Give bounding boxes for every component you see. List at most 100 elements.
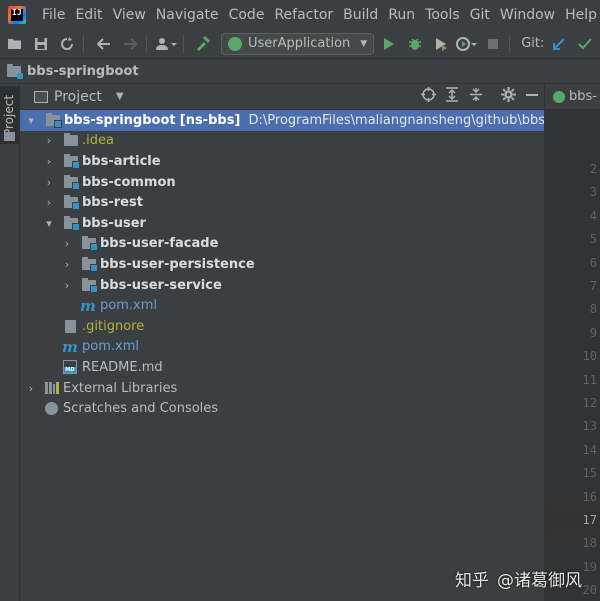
forward-arrow-icon[interactable] [119,33,141,55]
expand-all-icon[interactable] [440,87,464,106]
project-tool-folder-icon [4,132,15,141]
tree-row-article[interactable]: › bbs-article [20,151,544,172]
left-tool-strip: Project [0,84,20,601]
line-number: 8 [589,302,597,317]
menu-bar: IJ File Edit View Navigate Code Refactor… [0,0,600,29]
git-update-icon[interactable] [548,33,570,55]
editor-tab-label: bbs- [569,89,597,104]
menu-git[interactable]: Git [470,7,490,23]
tree-label-user-facade: bbs-user-facade [100,236,219,252]
tree-label-idea: .idea [82,133,114,149]
chevron-down-icon[interactable]: ▼ [116,91,124,102]
project-view-icon [34,90,48,103]
tree-row-common[interactable]: › bbs-common [20,172,544,193]
line-number: 13 [582,419,597,434]
root-module-name: [ns-bbs] [179,112,241,128]
maven-icon: m [62,337,78,356]
markdown-file-icon [63,360,77,375]
chevron-down-icon[interactable]: ▾ [26,114,36,127]
tree-label-external-libraries: External Libraries [63,380,178,396]
chevron-right-icon[interactable]: › [62,258,72,271]
menu-build[interactable]: Build [343,7,378,23]
chevron-right-icon[interactable]: › [44,155,54,168]
git-commit-icon[interactable] [574,33,596,55]
menu-run[interactable]: Run [388,7,415,23]
menu-view[interactable]: View [113,7,146,23]
run-with-coverage-icon[interactable] [430,33,452,55]
chevron-right-icon[interactable]: › [62,237,72,250]
tree-row-user-service[interactable]: › bbs-user-service [20,275,544,296]
line-number: 9 [589,325,597,340]
chevron-right-icon[interactable]: › [62,279,72,292]
chevron-right-icon[interactable]: › [44,196,54,209]
folder-icon [64,133,78,147]
menu-code[interactable]: Code [229,7,265,23]
open-folder-icon[interactable] [4,33,26,55]
chevron-right-icon[interactable]: › [44,134,54,147]
module-folder-icon [46,112,62,128]
editor-tab[interactable]: bbs- [545,84,600,110]
navigation-breadcrumb: bbs-springboot [0,59,600,84]
tree-row-external-libraries[interactable]: › External Libraries [20,378,544,399]
menu-tools[interactable]: Tools [425,7,460,23]
locate-target-icon[interactable] [416,87,440,106]
run-configuration-label: UserApplication [248,36,351,51]
line-number: 2 [589,162,597,176]
debug-icon[interactable] [404,33,426,55]
tree-row-root[interactable]: ▾ bbs-springboot [ns-bbs] D:\ProgramFile… [20,110,600,131]
tree-label-gitignore: .gitignore [82,318,145,334]
stop-icon[interactable] [482,33,504,55]
chevron-right-icon[interactable]: › [44,176,54,189]
tree-label-user-pom: pom.xml [100,298,157,314]
menu-navigate[interactable]: Navigate [156,7,219,23]
spring-boot-icon [228,36,242,51]
project-tree: ▾ bbs-springboot [ns-bbs] D:\ProgramFile… [20,110,600,419]
gear-icon[interactable] [496,87,520,106]
tree-row-readme[interactable]: README.md [20,357,544,378]
tree-root-label: bbs-springboot [ns-bbs] D:\ProgramFiles\… [64,113,600,128]
run-configuration-dropdown[interactable]: UserApplication ▼ [221,32,375,55]
tree-row-user-facade[interactable]: › bbs-user-facade [20,234,544,255]
tree-row-user-pom[interactable]: m pom.xml [20,295,544,316]
breadcrumb-project[interactable]: bbs-springboot [27,64,139,79]
collapse-all-icon[interactable] [464,87,488,106]
line-number: 14 [582,442,597,457]
run-icon[interactable] [378,33,400,55]
toolbar-separator [183,34,184,53]
tree-label-rest: bbs-rest [82,195,143,211]
project-panel-header: Project ▼ [20,84,544,110]
chevron-down-icon[interactable]: ▾ [44,217,54,230]
module-folder-icon [64,174,80,190]
module-folder-icon [82,277,98,293]
build-hammer-icon[interactable] [193,33,215,55]
menu-refactor[interactable]: Refactor [274,7,333,23]
menu-file[interactable]: File [42,7,65,23]
module-folder-icon [82,256,98,272]
tree-row-user-persistence[interactable]: › bbs-user-persistence [20,254,544,275]
scratches-icon [45,402,58,416]
menu-edit[interactable]: Edit [75,7,102,23]
menu-window[interactable]: Window [500,7,555,23]
sync-icon[interactable] [56,33,78,55]
minimize-icon[interactable] [520,89,544,105]
main-toolbar: UserApplication ▼ Git: [0,29,600,59]
tree-row-root-pom[interactable]: m pom.xml [20,337,544,358]
line-number: 7 [589,279,597,293]
menu-help[interactable]: Help [565,7,597,23]
line-number: 15 [582,466,597,481]
project-panel-title[interactable]: Project [54,89,102,105]
tree-row-user[interactable]: ▾ bbs-user [20,213,544,234]
tree-row-rest[interactable]: › bbs-rest [20,192,544,213]
save-all-icon[interactable] [30,33,52,55]
module-folder-icon [7,63,23,79]
tree-row-gitignore[interactable]: .gitignore [20,316,544,337]
line-number: 10 [582,349,597,364]
chevron-right-icon[interactable]: › [26,382,36,395]
tree-row-scratches[interactable]: Scratches and Consoles [20,398,544,419]
tree-label-article: bbs-article [82,153,161,169]
tree-row-idea[interactable]: › .idea [20,131,544,152]
git-label: Git: [521,36,545,51]
back-arrow-icon[interactable] [93,33,115,55]
user-config-icon[interactable] [156,33,178,55]
profile-icon[interactable] [456,33,478,55]
